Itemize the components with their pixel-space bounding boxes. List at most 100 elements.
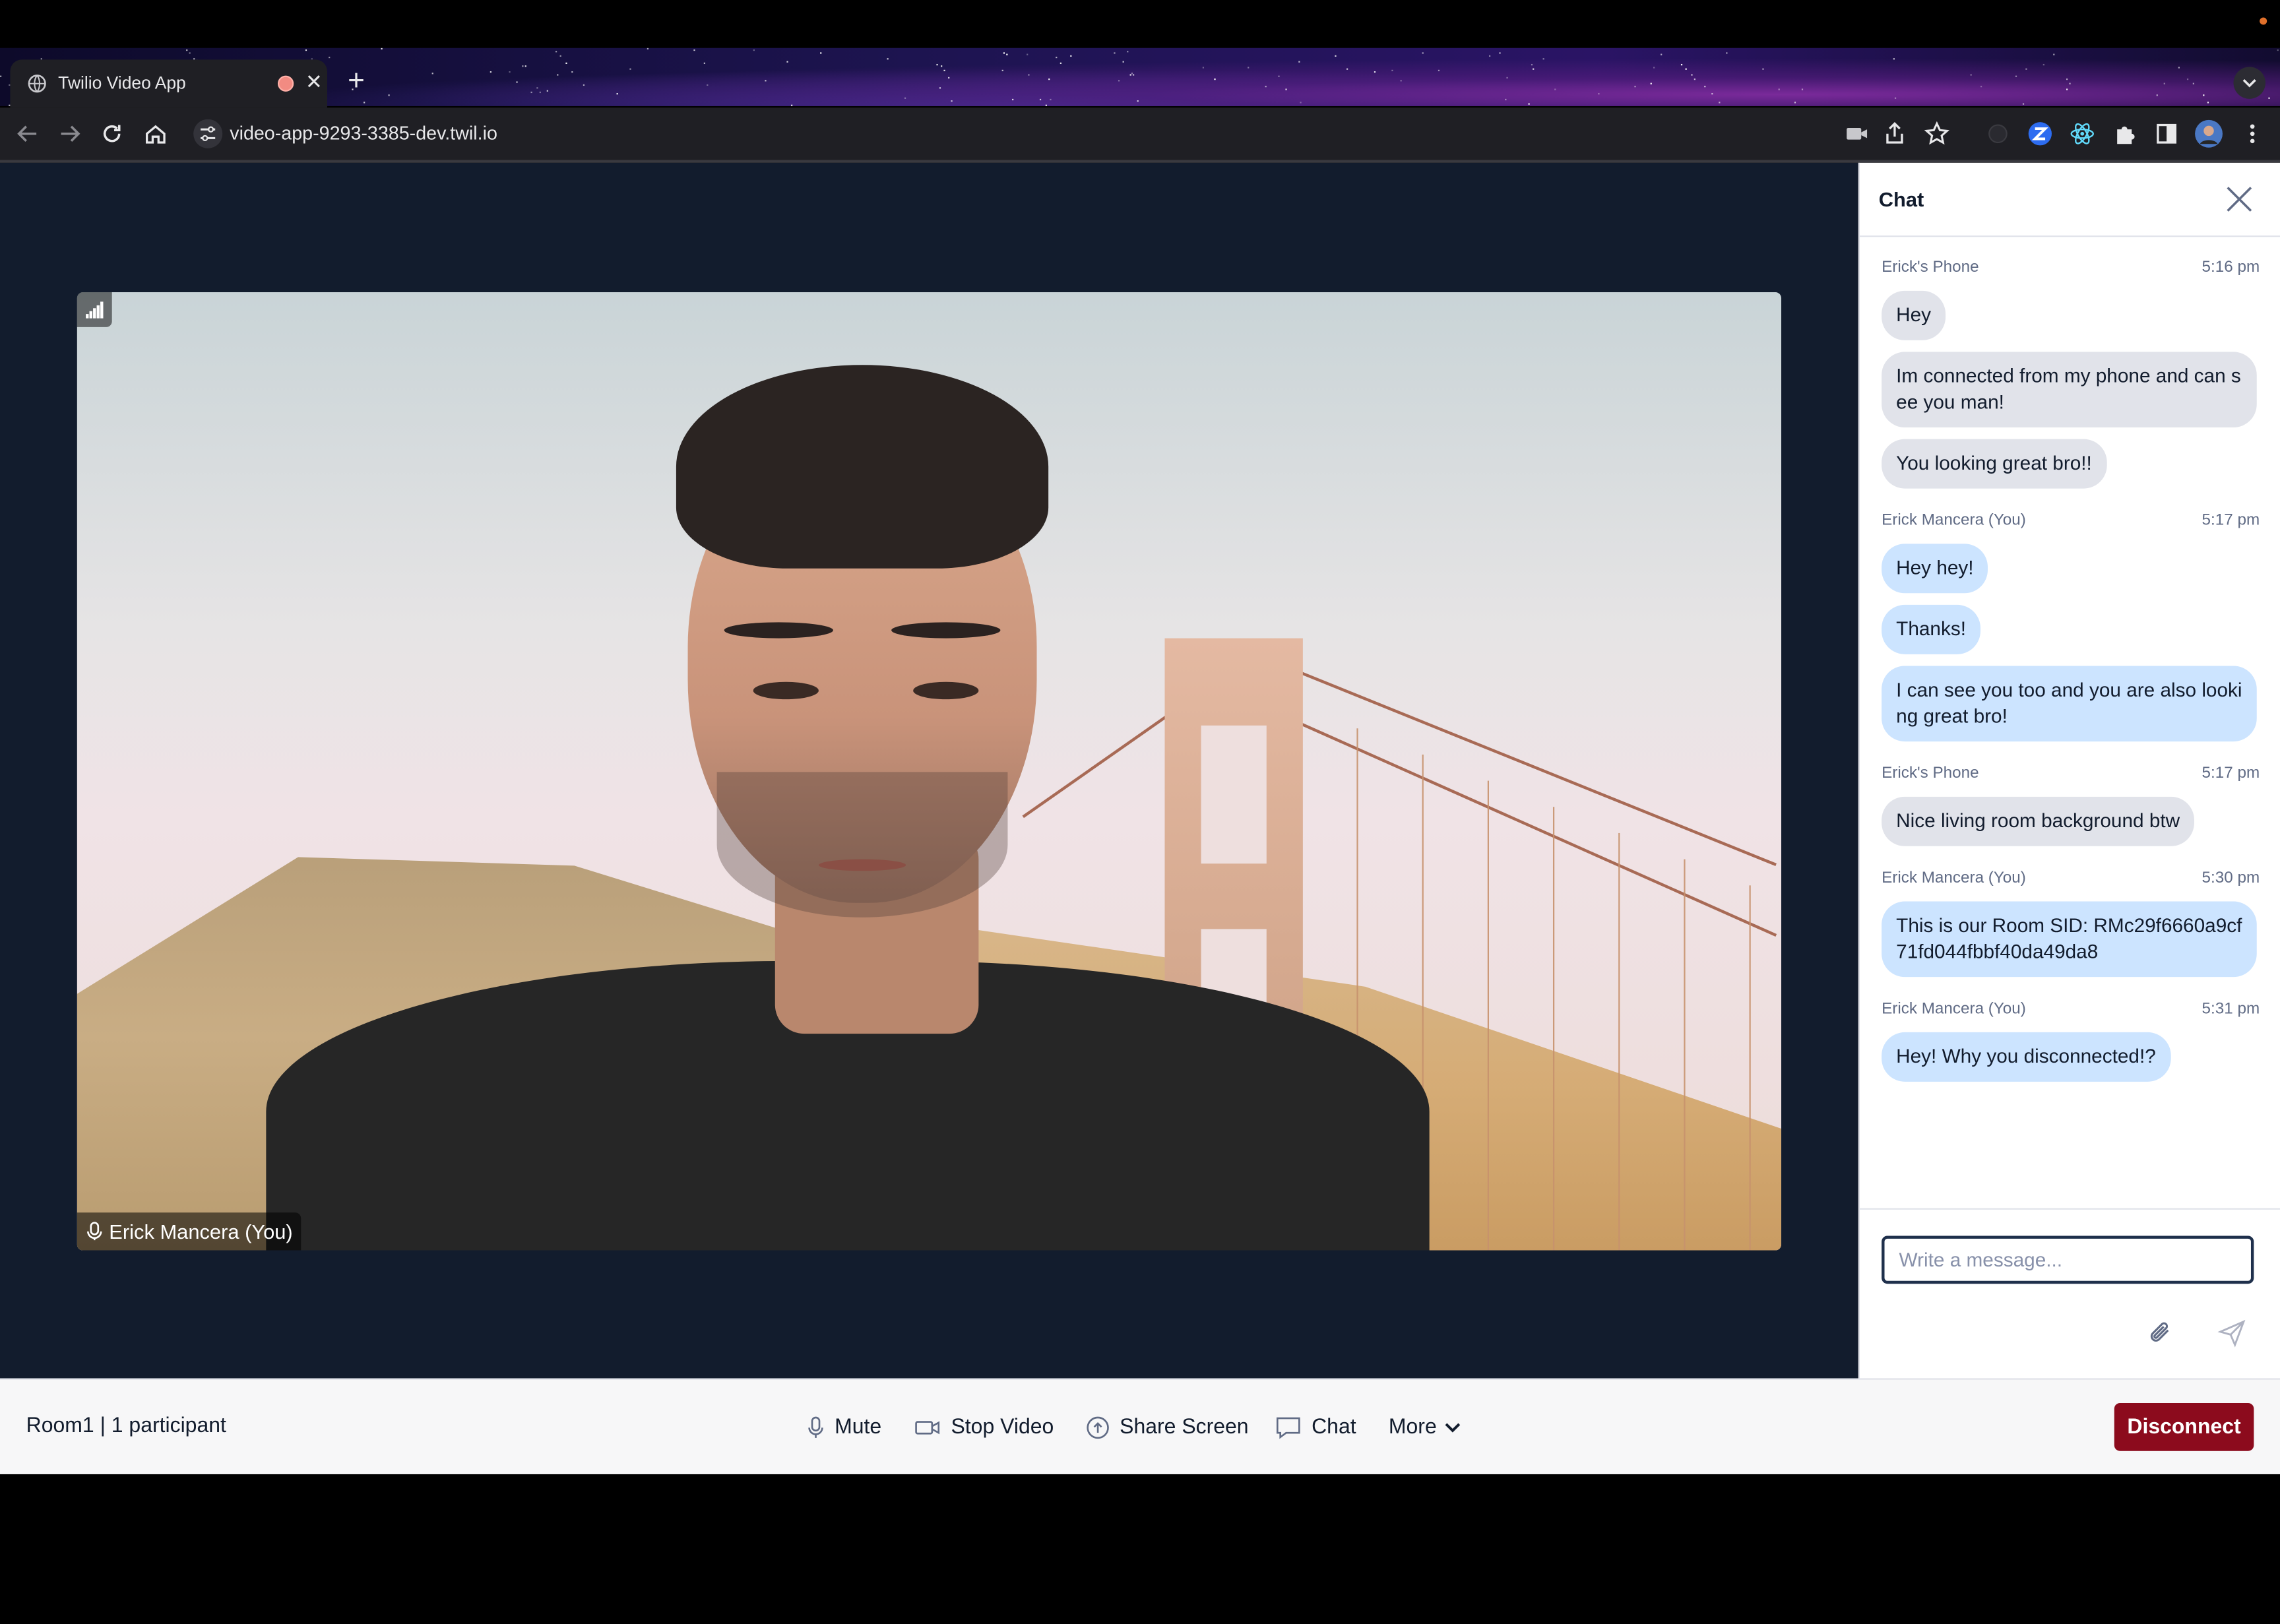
chat-title: Chat (1878, 187, 1924, 211)
extensions-puzzle-icon[interactable] (2111, 121, 2138, 147)
bridge-cable (1290, 667, 1777, 867)
mute-button[interactable]: Mute (807, 1406, 881, 1449)
reload-icon[interactable] (99, 121, 125, 147)
forward-arrow-icon[interactable] (57, 121, 83, 147)
participant-name-badge: Erick Mancera (You) (77, 1212, 301, 1251)
message-bubble: Hey! Why you disconnected!? (1882, 1032, 2170, 1082)
profile-avatar-icon[interactable] (2194, 119, 2223, 148)
chevron-down-icon (1445, 1423, 1461, 1433)
star (819, 52, 821, 54)
close-icon[interactable] (2225, 185, 2254, 214)
send-icon[interactable] (2216, 1317, 2248, 1349)
star (363, 101, 365, 104)
tab-close-icon[interactable]: ✕ (305, 70, 323, 93)
tab-search-button[interactable] (2233, 67, 2265, 99)
message-group: Erick Mancera (You) 5:31 pm Hey! Why you d… (1860, 1000, 2280, 1082)
star (940, 66, 942, 68)
message-input[interactable] (1882, 1235, 2254, 1284)
camera-indicator-icon[interactable] (1844, 121, 1870, 147)
kebab-menu-icon[interactable] (2239, 121, 2265, 147)
side-panel-icon[interactable] (2153, 121, 2180, 147)
address-bar[interactable]: video-app-9293-3385-dev.twil.io (230, 122, 497, 144)
star (2052, 53, 2054, 56)
globe-icon (28, 75, 46, 93)
bridge-suspender (1684, 859, 1686, 1251)
star (1126, 51, 1128, 53)
star (328, 56, 330, 58)
star (1529, 104, 1531, 106)
bridge-suspender (1749, 885, 1751, 1251)
share-icon[interactable] (1882, 121, 1908, 147)
message-bubble: Im connected from my phone and can see y… (1882, 352, 2257, 428)
bottom-control-bar: Room1 | 1 participant Mute Stop Video Sh… (0, 1378, 2280, 1476)
star (936, 64, 939, 67)
message-group: Erick's Phone 5:16 pm Hey Im connected from… (1860, 259, 2280, 489)
message-meta: Erick Mancera (You) 5:31 pm (1860, 1000, 2280, 1020)
stop-video-label: Stop Video (951, 1416, 1054, 1440)
star (509, 71, 511, 73)
star (2163, 82, 2165, 84)
star (1554, 89, 1556, 91)
message-author: Erick's Phone (1882, 259, 1979, 276)
star (1335, 55, 1337, 57)
participant-video-person (266, 350, 1430, 1251)
message-bubble: I can see you too and you are also looki… (1882, 666, 2257, 742)
stop-video-button[interactable]: Stop Video (914, 1406, 1054, 1449)
chat-bubble-icon (1276, 1417, 1300, 1439)
star (1969, 73, 1971, 75)
star (2277, 48, 2279, 51)
bookmark-star-icon[interactable] (1924, 121, 1950, 147)
extension-circle-icon[interactable] (1985, 121, 2011, 147)
star (1437, 69, 1440, 71)
star (1045, 104, 1047, 106)
chat-toggle-button[interactable]: Chat (1275, 1406, 1356, 1449)
share-screen-button[interactable]: Share Screen (1086, 1406, 1249, 1449)
star (2207, 102, 2209, 104)
back-arrow-icon[interactable] (15, 121, 41, 147)
star (1634, 85, 1637, 87)
message-meta: Erick Mancera (You) 5:30 pm (1860, 869, 2280, 890)
disconnect-button[interactable]: Disconnect (2114, 1402, 2254, 1451)
star (1050, 98, 1052, 100)
message-bubble: Hey (1882, 290, 1946, 340)
star (1894, 97, 1896, 99)
star (1374, 71, 1377, 73)
star (556, 73, 558, 75)
star (753, 49, 755, 51)
star (1801, 89, 1804, 91)
star (1719, 102, 1721, 104)
star (1049, 78, 1051, 80)
message-author: Erick Mancera (You) (1882, 869, 2026, 887)
star (1002, 69, 1004, 72)
video-stage: Erick Mancera (You) (0, 162, 1858, 1379)
star (2178, 67, 2180, 69)
star (1761, 68, 1764, 70)
new-tab-button[interactable]: + (340, 67, 372, 98)
desktop-background (0, 1474, 2280, 1624)
bridge-suspender (1618, 832, 1620, 1251)
star (706, 83, 708, 86)
star (1005, 53, 1007, 55)
attachment-paperclip-icon[interactable] (2145, 1317, 2176, 1349)
home-icon[interactable] (142, 121, 169, 147)
site-settings-icon[interactable] (193, 119, 223, 148)
more-menu-button[interactable]: More (1389, 1406, 1461, 1449)
more-label: More (1388, 1416, 1437, 1440)
browser-tab[interactable]: Twilio Video App ✕ (10, 59, 327, 108)
zoom-extension-icon[interactable] (2027, 121, 2054, 147)
star (1726, 51, 1728, 53)
star (944, 70, 946, 72)
star (1113, 51, 1115, 53)
star (524, 65, 527, 67)
react-devtools-icon[interactable] (2069, 121, 2095, 147)
star (2015, 75, 2017, 77)
star (1285, 88, 1287, 91)
star (1345, 68, 1348, 70)
star (1055, 57, 1057, 59)
main-video-tile[interactable] (77, 292, 1782, 1251)
star (559, 55, 561, 57)
share-screen-icon (1087, 1416, 1109, 1439)
star (2192, 83, 2194, 85)
star (1711, 93, 1713, 95)
message-author: Erick Mancera (You) (1882, 511, 2026, 530)
